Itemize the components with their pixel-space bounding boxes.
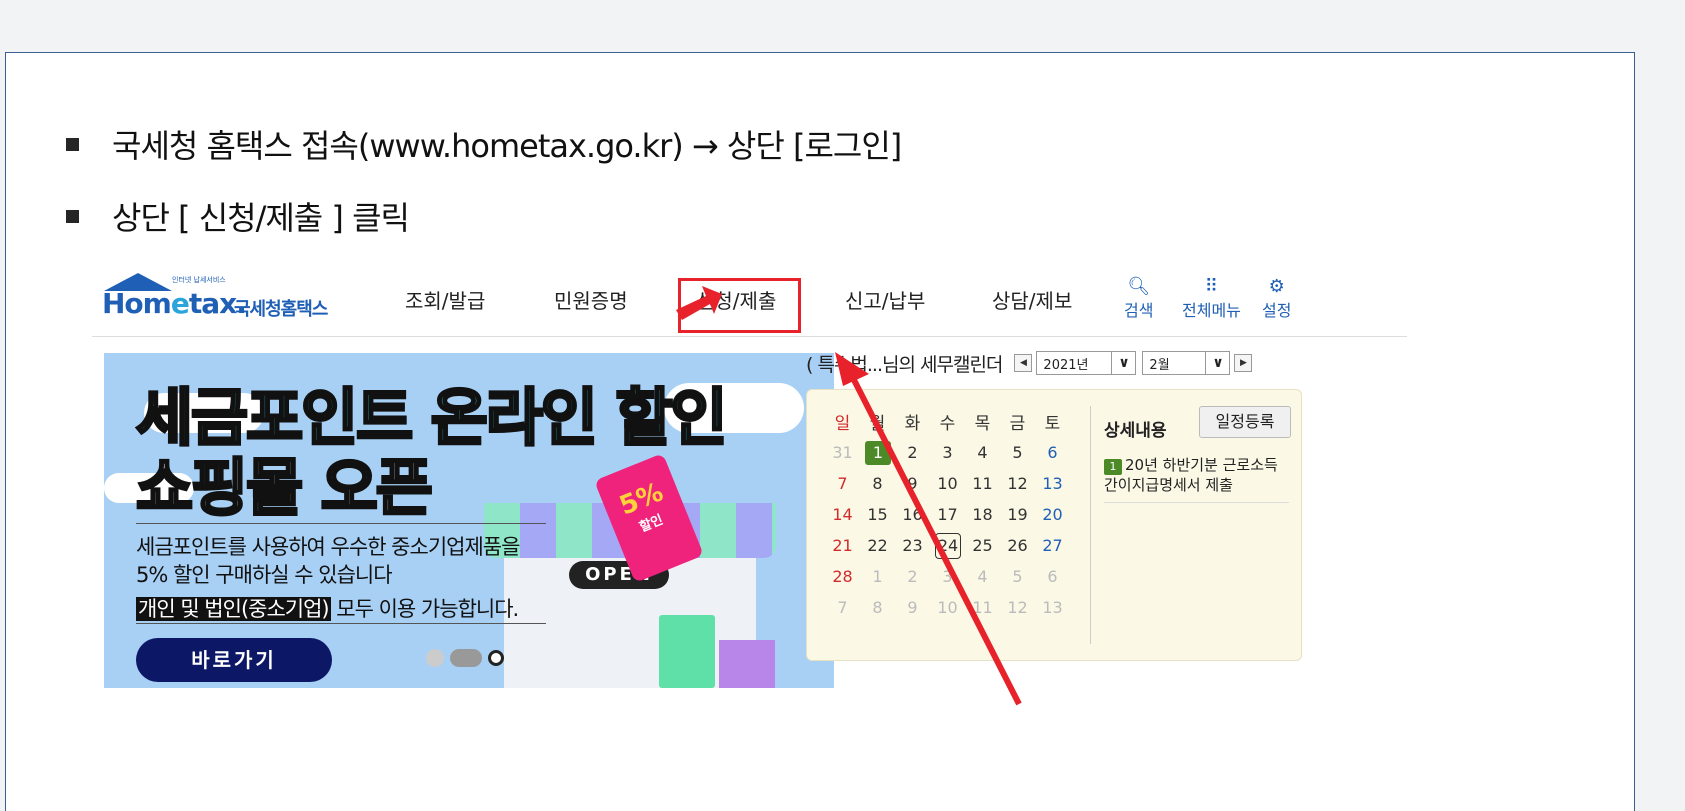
logo-brand: Hometax.: [102, 287, 247, 320]
detail-title: 상세내용: [1104, 421, 1167, 441]
bullet-item: 국세청 홈택스 접속(www.hometax.go.kr) → 상단 [로그인]: [66, 121, 902, 167]
day-cell[interactable]: 20: [1035, 505, 1070, 524]
event-item[interactable]: 1 20년 하반기분 근로소득 간이지급명세서 제출: [1104, 455, 1289, 495]
banner-rule: [136, 523, 546, 524]
carousel-dots: [426, 649, 504, 667]
nav-item-inquiry[interactable]: 조회/발급: [405, 285, 485, 314]
register-schedule-button[interactable]: 일정등록: [1199, 406, 1291, 438]
chevron-down-icon: ∨: [1111, 352, 1135, 374]
settings-button[interactable]: ⚙ 설정: [1262, 277, 1291, 321]
bullet-item: 상단 [ 신청/제출 ] 클릭: [66, 193, 410, 239]
event-badge: 1: [1104, 459, 1122, 475]
gear-icon: ⚙: [1268, 276, 1285, 297]
bullet-square-icon: [66, 137, 79, 151]
bullet-text: 국세청 홈택스 접속(www.hometax.go.kr) → 상단 [로그인]: [112, 127, 902, 165]
nav-divider: [92, 336, 1407, 337]
nav-item-consult[interactable]: 상담/제보: [992, 285, 1072, 314]
day-cell[interactable]: 27: [1035, 536, 1070, 555]
all-menu-button[interactable]: ⠿ 전체메뉴: [1182, 277, 1241, 321]
bullet-text: 상단 [ 신청/제출 ] 클릭: [112, 199, 410, 237]
nav-item-certificate[interactable]: 민원증명: [554, 285, 628, 314]
logo-korean: 국세청홈택스: [234, 299, 328, 320]
carousel-dot-active[interactable]: [450, 649, 482, 667]
month-select[interactable]: 2월 ∨: [1142, 351, 1231, 375]
next-arrow-icon[interactable]: ▶: [1234, 354, 1253, 372]
pointer-arrow-icon: [676, 286, 722, 320]
carousel-dot[interactable]: [426, 649, 444, 667]
pause-icon[interactable]: [488, 650, 504, 666]
day-cell[interactable]: 13: [1035, 598, 1070, 617]
goto-button[interactable]: 바로가기: [136, 638, 332, 682]
logo-subtitle: 인터넷 납세서비스: [172, 276, 226, 284]
banner-desc-1: 세금포인트를 사용하여 우수한 중소기업제품을: [136, 535, 520, 559]
hometax-logo[interactable]: 인터넷 납세서비스 Hometax. 국세청홈택스: [102, 273, 342, 321]
chevron-down-icon: ∨: [1205, 352, 1229, 374]
bullet-square-icon: [66, 209, 79, 223]
calendar-divider: [1090, 406, 1091, 644]
day-cell[interactable]: 6: [1035, 567, 1070, 586]
event-divider: [1104, 502, 1289, 503]
year-select[interactable]: 2021년 ∨: [1036, 351, 1137, 375]
banner-desc-3: 개인 및 법인(중소기업) 모두 이용 가능합니다.: [136, 597, 519, 621]
weekday-label: 토: [1044, 414, 1061, 434]
search-icon: 🔍︎: [1127, 276, 1151, 297]
event-text: 20년 하반기분 근로소득 간이지급명세서 제출: [1104, 456, 1278, 494]
gift-box-icon: [719, 640, 775, 688]
day-cell[interactable]: 13: [1035, 474, 1070, 493]
promo-banner[interactable]: OPEN 5% 할인 세금포인트 온라인 할인 쇼핑몰 오픈 세금포인트를 사용하…: [104, 353, 834, 688]
day-cell[interactable]: 6: [1035, 443, 1070, 462]
banner-rule: [136, 623, 546, 624]
grid-menu-icon: ⠿: [1204, 276, 1219, 297]
nav-item-report-pay[interactable]: 신고/납부: [845, 285, 925, 314]
banner-desc-2: 5% 할인 구매하실 수 있습니다: [136, 563, 393, 587]
pointer-arrow-long-icon: [835, 352, 1022, 706]
search-button[interactable]: 🔍︎ 검색: [1124, 277, 1153, 321]
shopping-bag-icon: [659, 615, 715, 688]
banner-subheadline: 쇼핑몰 오픈: [135, 450, 435, 526]
hometax-screenshot: 인터넷 납세서비스 Hometax. 국세청홈택스 조회/발급 민원증명 신청/…: [92, 265, 1407, 690]
